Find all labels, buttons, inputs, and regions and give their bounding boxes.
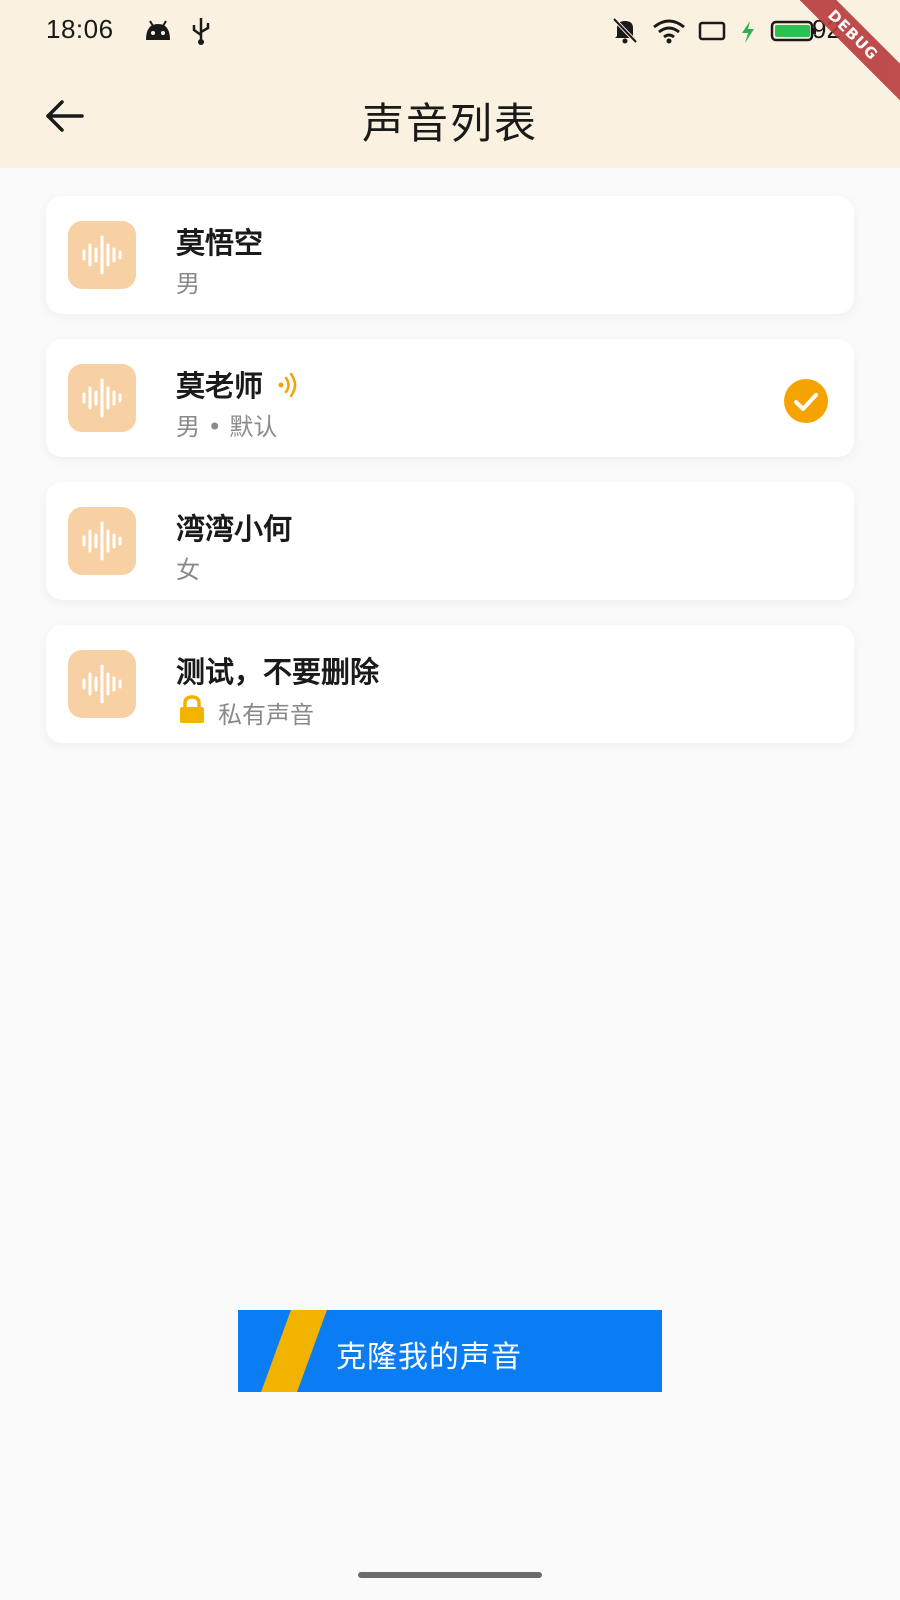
voice-wave-icon	[68, 507, 136, 575]
usb-icon	[190, 16, 212, 50]
voice-name-row: 莫老师	[176, 363, 303, 407]
clone-voice-button[interactable]: 克隆我的声音	[238, 1310, 662, 1392]
voice-name: 测试，不要删除	[176, 655, 380, 689]
voice-item[interactable]: 湾湾小何 女	[46, 482, 854, 600]
lock-icon	[176, 693, 208, 731]
page-title: 声音列表	[361, 99, 538, 148]
clone-voice-label: 克隆我的声音	[336, 1340, 522, 1375]
voice-wave-icon	[68, 650, 136, 718]
voice-subtitle: 私有声音	[218, 700, 314, 729]
status-time: 18:06	[46, 14, 114, 44]
voice-name: 莫悟空	[176, 226, 264, 260]
battery-icon	[770, 19, 818, 47]
wifi-icon	[652, 18, 686, 48]
voice-item-private[interactable]: 测试，不要删除 私有声音	[46, 625, 854, 743]
voice-item-selected[interactable]: 莫老师 男 • 默认	[46, 339, 854, 457]
voice-list: 莫悟空 男 莫老师 男 • 默认 湾湾小何 女 测试，不要删除 私有声音	[46, 196, 854, 768]
home-indicator[interactable]	[358, 1572, 542, 1578]
button-stripe	[259, 1310, 329, 1392]
voice-wave-icon	[68, 364, 136, 432]
voice-subtitle: 男 • 默认	[176, 413, 278, 441]
mute-icon	[612, 16, 638, 48]
voice-subtitle: 男	[176, 270, 200, 298]
check-circle-icon	[784, 379, 828, 423]
voice-name: 莫老师	[176, 369, 264, 403]
app-header: 18:06 92 DEBUG 声音列表	[0, 0, 900, 168]
screen-icon	[698, 20, 726, 46]
voice-wave-icon	[68, 221, 136, 289]
playing-sound-icon	[277, 370, 303, 407]
voice-item[interactable]: 莫悟空 男	[46, 196, 854, 314]
status-bar: 18:06 92	[0, 0, 900, 64]
charging-icon	[740, 20, 756, 48]
voice-subtitle: 女	[176, 556, 200, 584]
voice-subtitle-row: 私有声音	[176, 693, 314, 731]
voice-name: 湾湾小何	[176, 512, 293, 546]
android-icon	[144, 18, 172, 46]
